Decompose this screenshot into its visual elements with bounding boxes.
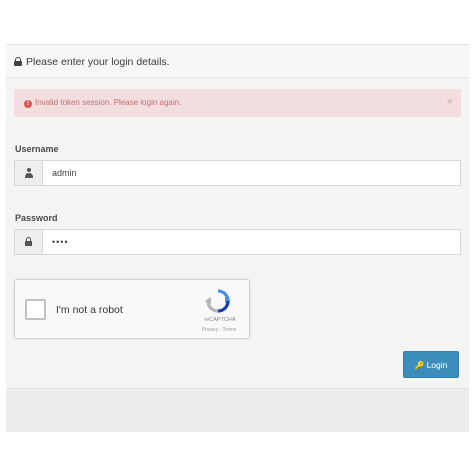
exclamation-circle-icon: ! [24,100,32,108]
panel-footer [6,388,469,432]
username-label: Username [15,144,59,154]
panel-title-text: Please enter your login details. [26,56,170,68]
key-icon: 🔑 [414,360,425,370]
lock-icon [14,57,22,66]
recaptcha-privacy-terms[interactable]: Privacy - Terms [193,327,245,333]
password-input-group [14,229,461,255]
password-addon [15,230,43,254]
recaptcha-widget: I'm not a robot reCAPTCHA Privacy - Term… [14,279,250,339]
username-input-group [14,160,461,186]
user-icon [25,168,33,178]
password-input[interactable] [43,230,458,254]
username-input[interactable] [43,161,458,185]
recaptcha-logo-icon [205,289,231,313]
recaptcha-checkbox[interactable] [25,299,46,320]
recaptcha-label: I'm not a robot [56,304,123,316]
username-addon [15,161,43,185]
password-label: Password [15,213,58,223]
login-button[interactable]: 🔑 Login [403,351,459,378]
login-panel: Please enter your login details. ! Invali… [6,44,469,432]
error-alert: ! Invalid token session. Please login aga… [14,89,461,117]
alert-message: ! Invalid token session. Please login aga… [24,98,181,108]
alert-close-button[interactable]: × [447,96,453,108]
alert-message-text: Invalid token session. Please login agai… [35,98,182,107]
lock-icon [25,237,32,247]
panel-heading: Please enter your login details. [6,44,469,78]
login-button-label: Login [426,359,448,370]
recaptcha-brand: reCAPTCHA [204,317,236,323]
panel-title: Please enter your login details. [14,56,170,68]
